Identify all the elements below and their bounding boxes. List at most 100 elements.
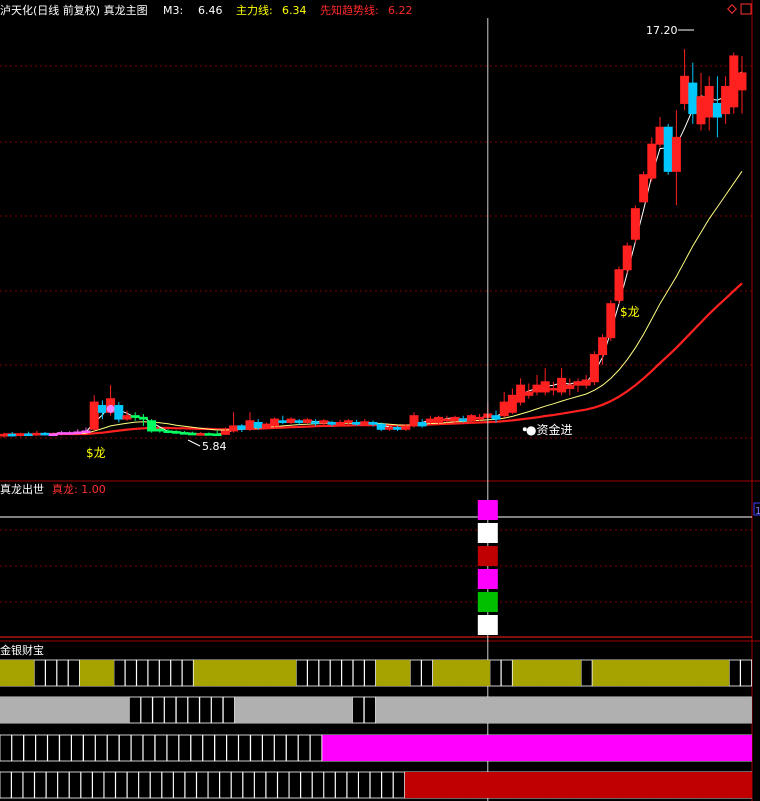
candle-body — [147, 420, 157, 432]
candle-body — [598, 337, 608, 356]
candle-body — [721, 85, 731, 115]
candle-body — [319, 420, 329, 424]
candle-body — [261, 423, 271, 429]
candle-body — [81, 430, 91, 433]
candle-body — [458, 418, 468, 422]
sub2-filled-block — [433, 660, 490, 686]
sub2-title: 金银财宝 — [0, 643, 44, 657]
header-value-0: 6.46 — [198, 4, 223, 17]
candle-body — [15, 433, 25, 437]
header-value-2: 6.22 — [388, 4, 413, 17]
sub1-tower-block — [477, 592, 498, 612]
sub1-tower-block — [477, 523, 498, 543]
capital-label: ●资金进 — [526, 422, 572, 437]
candle-body — [204, 433, 214, 436]
candle-body — [548, 388, 558, 391]
sub2-filled-block — [0, 660, 35, 686]
sub1-tower-block — [477, 500, 498, 520]
candle-body — [73, 431, 83, 434]
sub2-filled-block — [193, 660, 297, 686]
candle-body — [229, 425, 239, 432]
candle-body — [89, 401, 99, 430]
candle-body — [655, 126, 665, 145]
candle-body — [532, 384, 542, 393]
candle-body — [688, 82, 698, 115]
header-label-0: M3: — [163, 4, 183, 17]
candle-body — [639, 174, 649, 203]
sub2-filled-block — [235, 697, 353, 723]
candle-body — [0, 433, 9, 437]
header-label-2: 先知趋势线: — [320, 3, 379, 17]
candle-body — [475, 416, 485, 420]
candle-body — [573, 381, 583, 386]
sub1-tag: 1 — [755, 506, 760, 517]
sub1-title: 真龙出世 — [0, 482, 44, 496]
candle-body — [491, 415, 501, 420]
sub1-tower-block — [477, 615, 498, 635]
candle-body — [450, 416, 460, 422]
candle-body — [237, 425, 247, 430]
candle-body — [663, 126, 673, 172]
candle-body — [130, 415, 140, 418]
candle-body — [680, 75, 690, 104]
annotation-low: 5.84 — [202, 440, 227, 453]
annotation-high: 17.20 — [646, 24, 678, 37]
candle-body — [7, 433, 17, 437]
candle-body — [647, 143, 657, 179]
candle-body — [442, 418, 452, 422]
candle-body — [630, 208, 640, 240]
candle-body — [434, 416, 444, 423]
candle-body — [417, 421, 427, 427]
header-title: 泸天化(日线 前复权) 真龙主图 — [0, 3, 148, 17]
stock-chart: 泸天化(日线 前复权) 真龙主图 M3: 6.46 主力线: 6.34 先知趋势线: 6.2… — [0, 0, 760, 801]
dragon-label-1: $龙 — [86, 446, 106, 460]
candle-body — [24, 433, 34, 437]
candle-body — [540, 381, 550, 393]
candle-body — [245, 420, 255, 430]
candle-body — [138, 416, 148, 420]
sub2-filled-block — [322, 735, 752, 761]
dragon-label-2: $龙 — [620, 305, 640, 319]
candle-body — [114, 405, 124, 420]
candle-body — [286, 418, 296, 423]
candle-body — [696, 96, 706, 125]
candle-body — [565, 384, 575, 390]
sub1-tower-block — [477, 546, 498, 566]
candle-body — [622, 245, 632, 271]
sub2-filled-block — [79, 660, 114, 686]
candle-body — [327, 421, 337, 425]
candle-body — [671, 136, 681, 172]
candle-body — [48, 433, 58, 437]
candle-body — [155, 428, 165, 432]
sub2-filled-block — [376, 660, 411, 686]
candle-body — [368, 421, 378, 425]
sub1-tower-block — [477, 569, 498, 589]
candle-body — [360, 421, 370, 425]
candle-body — [294, 420, 304, 423]
candle-body — [704, 85, 714, 118]
sub2-filled-block — [512, 660, 582, 686]
candle-body — [425, 418, 435, 423]
candle-body — [188, 432, 198, 436]
sub1-value: 真龙: 1.00 — [52, 482, 106, 496]
candle-body — [65, 432, 75, 435]
candle-body — [179, 432, 189, 435]
candle-body — [56, 432, 66, 435]
candle-body — [335, 421, 345, 425]
candle-body — [40, 432, 50, 436]
candle-body — [32, 432, 42, 436]
candle-body — [401, 425, 411, 430]
candle-body — [278, 420, 288, 423]
candle-body — [163, 430, 173, 433]
candle-body — [466, 415, 476, 422]
candle-body — [220, 430, 230, 435]
header-label-1: 主力线: — [236, 3, 273, 17]
pink-marker — [106, 404, 115, 413]
candle-body — [393, 427, 403, 430]
candle-body — [516, 384, 526, 403]
candle-body — [524, 391, 534, 396]
sub2-filled-block — [404, 772, 752, 798]
candle-body — [253, 421, 263, 429]
candle-body — [196, 433, 206, 436]
candle-body — [581, 379, 591, 386]
